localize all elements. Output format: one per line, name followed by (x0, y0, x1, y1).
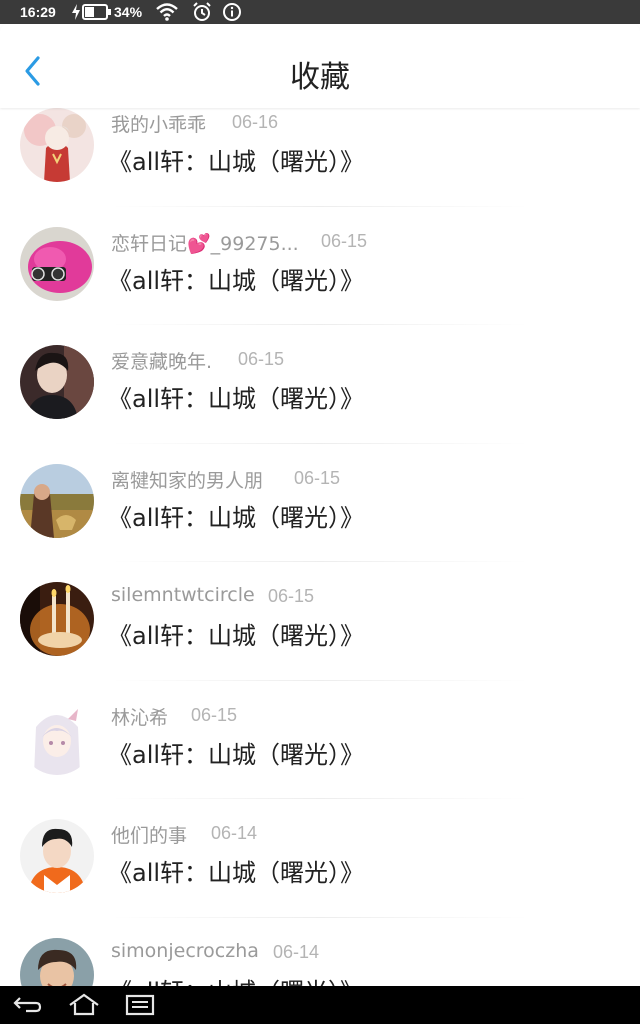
post-date: 06-15 (191, 704, 238, 725)
work-title[interactable]: 《all轩：山城（曙光）》 (108, 853, 364, 888)
avatar[interactable] (20, 108, 94, 182)
author-name[interactable]: simonjecroczha (111, 940, 259, 962)
author-name[interactable]: 他们的事 (111, 821, 187, 848)
post-date: 06-15 (268, 586, 315, 606)
alarm-icon (193, 2, 211, 21)
post-date: 06-15 (294, 467, 341, 488)
battery-percent: 34% (114, 4, 143, 20)
author-name[interactable]: 林沁希 (111, 703, 168, 730)
list-item[interactable]: 他们的事 06-14 《all轩：山城（曙光）》 (0, 799, 640, 918)
work-title[interactable]: 《all轩：山城（曙光）》 (108, 261, 364, 296)
author-name[interactable]: silemntwtcircle (111, 584, 255, 606)
post-date: 06-15 (321, 230, 368, 251)
list-item[interactable]: 离犍知家的男人朋 06-15 《all轩：山城（曙光）》 (0, 444, 640, 562)
author-name[interactable]: 离犍知家的男人朋 (111, 466, 263, 493)
avatar[interactable] (20, 819, 94, 893)
list-item[interactable]: 恋轩日记💕_99275... 06-15 《all轩：山城（曙光）》 (0, 207, 640, 325)
author-name[interactable]: 爱意藏晚年. (111, 347, 212, 374)
avatar[interactable] (20, 937, 94, 986)
charging-icon (72, 4, 80, 20)
work-title[interactable]: 《all轩：山城（曙光）》 (108, 142, 364, 177)
list-item[interactable]: 我的小乖乖 06-16 《all轩：山城（曙光）》 (0, 108, 640, 207)
work-title[interactable]: 《all轩：山城（曙光）》 (108, 735, 364, 770)
info-icon (223, 3, 241, 21)
wifi-icon (156, 3, 178, 21)
author-name[interactable]: 我的小乖乖 (111, 110, 206, 137)
post-date: 06-15 (238, 349, 285, 369)
post-date: 06-14 (273, 941, 320, 962)
nav-menu-icon (125, 994, 155, 1016)
work-title[interactable]: 《all轩：山城（曙光）》 (108, 616, 364, 651)
list-item[interactable]: simonjecroczha 06-14 《all轩：山城（曙光）》 (0, 918, 640, 987)
status-time: 16:29 (20, 4, 56, 20)
nav-back-icon (13, 997, 42, 1013)
list-item[interactable]: silemntwtcircle 06-15 《all轩：山城（曙光）》 (0, 562, 640, 681)
app-header: 收藏 (0, 24, 640, 108)
nav-home-button[interactable] (68, 992, 100, 1018)
work-title[interactable]: 《all轩：山城（曙光）》 (108, 379, 364, 414)
avatar[interactable] (20, 226, 94, 301)
work-title[interactable]: 《all轩：山城（曙光）》 (108, 972, 364, 987)
page-title: 收藏 (290, 60, 350, 95)
status-bar: 16:29 34% (0, 0, 640, 24)
avatar[interactable] (20, 700, 94, 775)
nav-menu-button[interactable] (124, 992, 156, 1018)
battery-icon (82, 4, 111, 20)
avatar[interactable] (20, 582, 94, 656)
favorites-list[interactable]: 我的小乖乖 06-16 《all轩：山城（曙光）》 恋轩日记💕_99275...… (0, 108, 640, 986)
author-name[interactable]: 恋轩日记💕_99275... (111, 229, 299, 256)
list-item[interactable]: 爱意藏晚年. 06-15 《all轩：山城（曙光）》 (0, 325, 640, 444)
battery-indicator (72, 4, 112, 20)
list-item[interactable]: 林沁希 06-15 《all轩：山城（曙光）》 (0, 681, 640, 799)
avatar[interactable] (20, 345, 94, 419)
nav-home-icon (69, 993, 99, 1016)
nav-back-button[interactable] (12, 992, 44, 1018)
post-date: 06-16 (232, 112, 279, 132)
work-title[interactable]: 《all轩：山城（曙光）》 (108, 498, 364, 533)
navigation-bar (0, 986, 640, 1024)
post-date: 06-14 (211, 823, 258, 843)
avatar[interactable] (20, 463, 94, 538)
